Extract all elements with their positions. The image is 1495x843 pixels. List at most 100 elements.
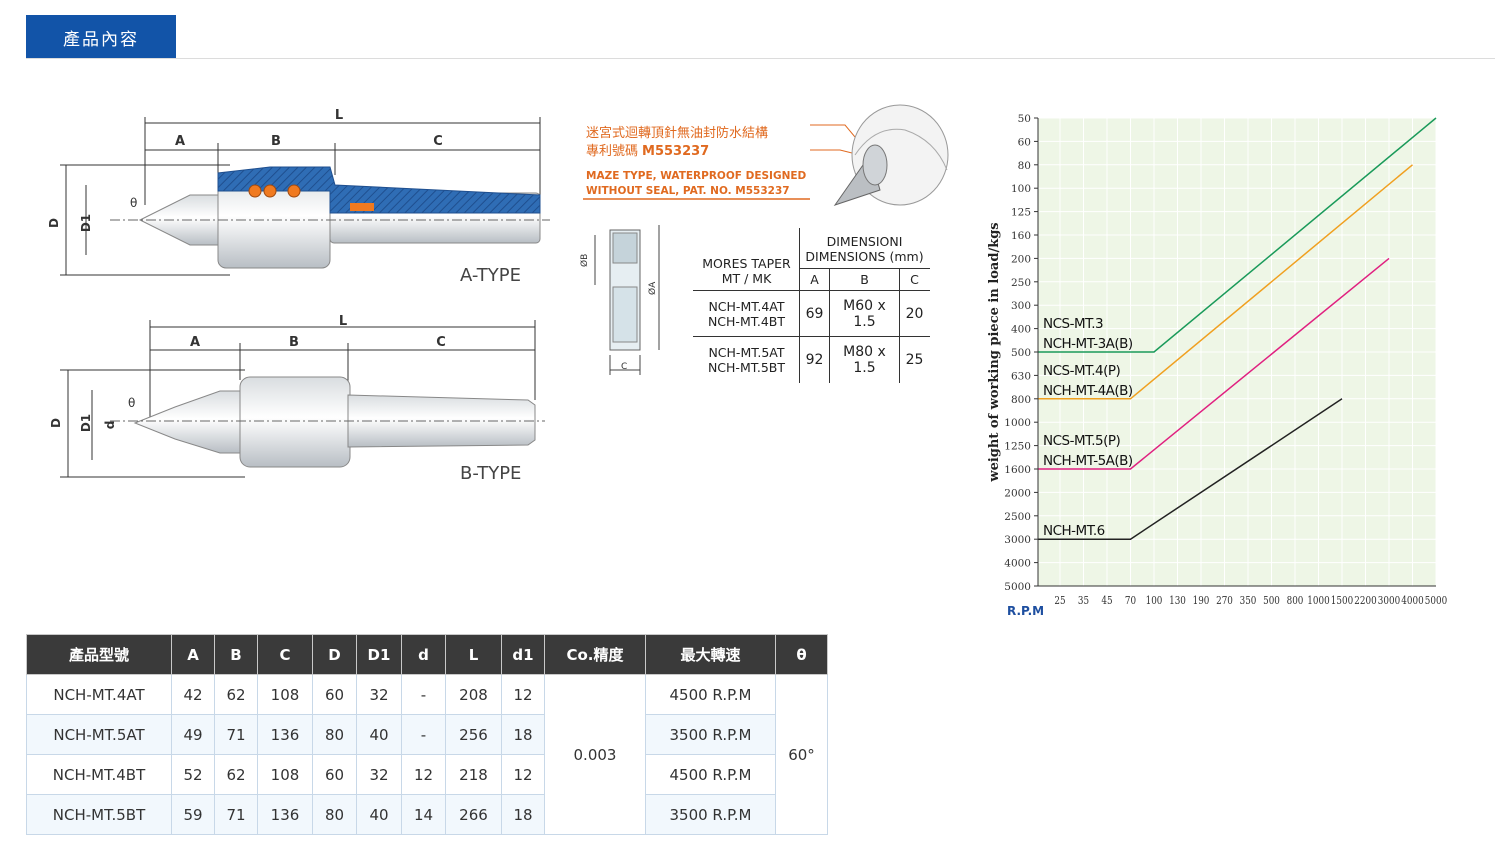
y-tick-label: 1250: [1004, 441, 1031, 453]
ring-label-b: ØB: [579, 254, 590, 267]
cell-d: 80: [312, 714, 357, 755]
dim-label-a: A: [175, 134, 185, 149]
y-tick-label: 1600: [1004, 464, 1031, 476]
type-a-label: A-TYPE: [460, 265, 521, 286]
mores-taper-label: MORES TAPER: [702, 256, 791, 271]
x-tick-label: 350: [1240, 595, 1257, 607]
col-header-small-d1: d1: [501, 634, 545, 675]
x-tick-label: 45: [1101, 595, 1112, 607]
dimensioni-label: DIMENSIONI: [826, 233, 903, 249]
dim-label-b: B: [271, 134, 281, 149]
dim-label-theta-b: θ: [128, 396, 135, 410]
cell-c: 136: [257, 714, 313, 755]
dim-row-a: 69: [799, 290, 830, 337]
y-tick-label: 2500: [1004, 511, 1031, 523]
cell-d1: 40: [356, 794, 402, 835]
col-header-theta: θ: [775, 634, 828, 675]
cell-max-speed: 4500 R.P.M: [645, 754, 776, 795]
type-b-label: B-TYPE: [460, 463, 521, 484]
dim-row-model: NCH-MT.4BT: [707, 313, 786, 329]
dim-label-l-b: L: [339, 314, 347, 329]
col-header-model: 產品型號: [26, 634, 172, 675]
chart-y-ticks: 50 60 80 100 125 160 200 250 300 400 500 630 800 1000…: [1004, 113, 1038, 593]
cell-l: 266: [445, 794, 502, 835]
dim-label-c-b: C: [436, 335, 446, 350]
series-name-secondary: NCH-MT-3A(B): [1043, 336, 1133, 352]
maze-en-line2: WITHOUT SEAL, PAT. NO. M553237: [586, 185, 790, 197]
cell-a: 49: [171, 714, 215, 755]
cell-c: 136: [257, 794, 313, 835]
cell-l: 256: [445, 714, 502, 755]
col-header-d1: D1: [356, 634, 402, 675]
y-tick-label: 60: [1018, 136, 1031, 148]
ring-dimension-table: MORES TAPER MT / MK DIMENSIONI DIMENSION…: [693, 228, 930, 383]
ring-label-a: ØA: [647, 281, 658, 295]
cell-small-d1: 18: [501, 714, 545, 755]
x-tick-label: 100: [1146, 595, 1163, 607]
chart-x-ticks: 25 35 45 70 100 130 190 270 350 500 800 1000 1500 220…: [1054, 595, 1447, 607]
cell-model: NCH-MT.4BT: [26, 754, 172, 795]
cell-precision: 0.003: [544, 674, 646, 835]
x-tick-label: 35: [1078, 595, 1089, 607]
cell-b: 71: [214, 794, 258, 835]
x-tick-label: 70: [1125, 595, 1136, 607]
cell-max-speed: 3500 R.P.M: [645, 714, 776, 755]
y-tick-label: 50: [1018, 113, 1031, 125]
x-tick-label: 3000: [1378, 595, 1400, 607]
cell-c: 108: [257, 754, 313, 795]
maze-en-line1: MAZE TYPE, WATERPROOF DESIGNED: [586, 170, 807, 182]
col-header-a: A: [171, 634, 215, 675]
cell-small-d: 14: [401, 794, 446, 835]
y-tick-label: 200: [1011, 253, 1031, 265]
series-name: NCH-MT.6: [1043, 523, 1105, 539]
dim-row-c: 20: [899, 290, 930, 337]
series-name: NCS-MT.3: [1043, 316, 1103, 332]
cell-max-speed: 4500 R.P.M: [645, 674, 776, 715]
chart-y-label: weight of working piece in load/kgs: [987, 222, 1002, 482]
dim-col-b: B: [829, 268, 900, 291]
load-rpm-chart: 5060801001251602002503004005006308001000…: [987, 113, 1447, 618]
y-tick-label: 2000: [1004, 487, 1031, 499]
dim-label-l: L: [335, 108, 343, 123]
cell-d1: 40: [356, 714, 402, 755]
col-header-small-d: d: [401, 634, 446, 675]
b-type-center: [110, 376, 545, 468]
y-tick-label: 125: [1011, 207, 1031, 219]
tab-divider: [26, 58, 1495, 59]
cell-model: NCH-MT.5AT: [26, 714, 172, 755]
cell-b: 71: [214, 714, 258, 755]
dim-label-d-b: D: [49, 418, 63, 428]
dim-label-d: D: [47, 218, 61, 228]
y-tick-label: 1000: [1004, 417, 1031, 429]
dimensions-mm-label: DIMENSIONS (mm): [805, 248, 924, 264]
x-tick-label: 25: [1054, 595, 1065, 607]
y-tick-label: 100: [1011, 183, 1031, 195]
x-tick-label: 2200: [1354, 595, 1376, 607]
cell-model: NCH-MT.5BT: [26, 794, 172, 835]
series-name: NCS-MT.5(P): [1043, 433, 1121, 449]
cell-small-d: -: [401, 714, 446, 755]
y-tick-label: 5000: [1004, 581, 1031, 593]
y-tick-label: 500: [1011, 347, 1031, 359]
col-header-c: C: [257, 634, 313, 675]
cell-small-d1: 12: [501, 754, 545, 795]
x-tick-label: 190: [1193, 595, 1210, 607]
x-tick-label: 270: [1216, 595, 1233, 607]
cell-small-d1: 12: [501, 674, 545, 715]
ring-cross-section: [594, 225, 660, 375]
x-tick-label: 1500: [1331, 595, 1353, 607]
col-header-l: L: [445, 634, 502, 675]
cell-c: 108: [257, 674, 313, 715]
cell-theta: 60°: [775, 674, 828, 835]
y-tick-label: 630: [1011, 370, 1031, 382]
live-center-drawing: L A B C D D1 θ A-TYPE L A B C D D1 d θ B…: [47, 108, 550, 484]
cell-d1: 32: [356, 754, 402, 795]
x-tick-label: 4000: [1401, 595, 1423, 607]
tab-product-content[interactable]: 產品內容: [26, 15, 176, 59]
maze-cone-illustration: [833, 104, 949, 206]
cell-small-d: 12: [401, 754, 446, 795]
y-tick-label: 400: [1011, 324, 1031, 336]
cell-a: 59: [171, 794, 215, 835]
cell-d: 60: [312, 674, 357, 715]
y-tick-label: 800: [1011, 394, 1031, 406]
